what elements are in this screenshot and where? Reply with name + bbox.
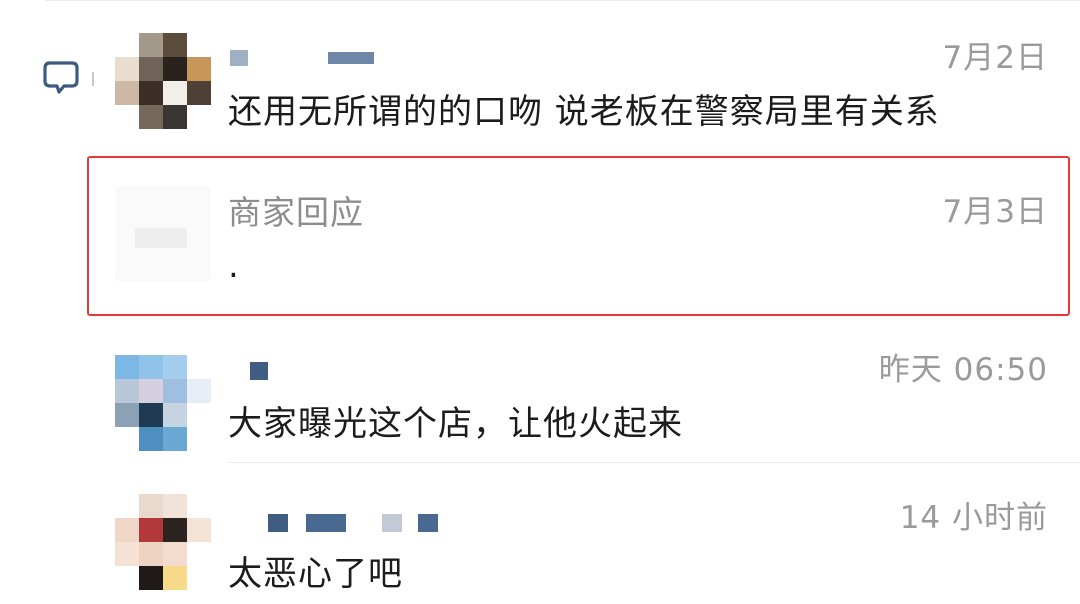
comment-text: 还用无所谓的的口吻 说老板在警察局里有关系 xyxy=(228,92,940,132)
speech-bubble-icon[interactable] xyxy=(42,60,82,96)
avatar[interactable] xyxy=(115,494,211,590)
top-divider xyxy=(45,0,1080,1)
divider-tick xyxy=(92,72,94,86)
merchant-avatar-placeholder xyxy=(135,228,187,248)
merchant-reply-highlight xyxy=(87,156,1070,316)
merchant-reply-label: 商家回应 xyxy=(228,193,364,232)
avatar[interactable] xyxy=(115,355,211,451)
merchant-reply-text: . xyxy=(228,246,239,286)
merchant-reply-timestamp: 7月3日 xyxy=(942,194,1048,230)
username-redacted xyxy=(268,514,438,532)
comment-text: 太恶心了吧 xyxy=(228,554,403,594)
comment-icon-wrap[interactable] xyxy=(42,60,102,96)
avatar[interactable] xyxy=(115,33,211,129)
username-redacted xyxy=(230,50,374,66)
comment-timestamp: 昨天 06:50 xyxy=(878,352,1048,388)
comment-timestamp: 7月2日 xyxy=(942,40,1048,76)
merchant-avatar[interactable] xyxy=(115,186,211,282)
comment-text: 大家曝光这个店，让他火起来 xyxy=(228,404,683,444)
comments-thread: 7月2日 还用无所谓的的口吻 说老板在警察局里有关系 商家回应 7月3日 . 昨… xyxy=(0,0,1080,604)
row-divider xyxy=(228,462,1080,463)
comment-timestamp: 14 小时前 xyxy=(899,500,1048,536)
username-redacted xyxy=(250,362,268,380)
